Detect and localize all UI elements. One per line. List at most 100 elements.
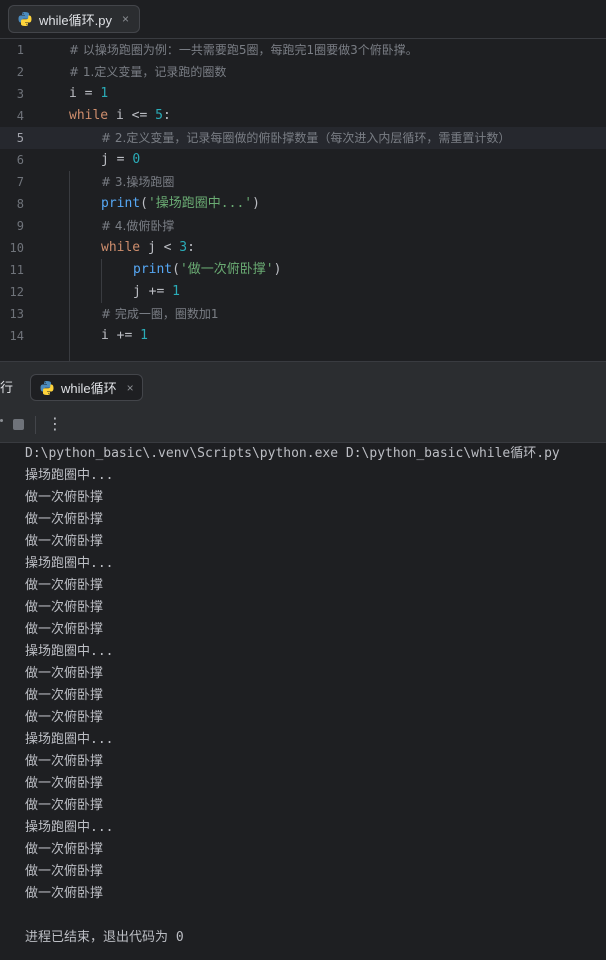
python-file-icon bbox=[40, 380, 54, 395]
console-line: 操场跑圈中... bbox=[25, 556, 114, 571]
console-line: 做一次俯卧撑 bbox=[25, 688, 104, 703]
console-line: 做一次俯卧撑 bbox=[25, 710, 104, 725]
code-line-5[interactable]: # 2.定义变量，记录每圈做的俯卧撑数量（每次进入内层循环，需重置计数） bbox=[101, 127, 510, 149]
line-number: 12 bbox=[9, 285, 24, 299]
code-line-9[interactable]: # 4.做俯卧撑 bbox=[101, 215, 174, 237]
code-line-2[interactable]: # 1.定义变量，记录跑的圈数 bbox=[69, 61, 226, 83]
line-number: 2 bbox=[16, 65, 24, 79]
expression: j < bbox=[140, 240, 180, 255]
console-line: 做一次俯卧撑 bbox=[25, 776, 104, 791]
expression: j += bbox=[133, 284, 173, 299]
run-tool-window-header: 行 while循环 × bbox=[0, 367, 606, 407]
close-icon[interactable]: × bbox=[127, 381, 134, 395]
line-number: 9 bbox=[16, 219, 24, 233]
code-line-1[interactable]: # 以操场跑圈为例：一共需要跑5圈，每跑完1圈要做3个俯卧撑。 bbox=[69, 39, 418, 61]
number: 1 bbox=[172, 284, 180, 299]
operator: = bbox=[108, 152, 133, 167]
console-line: 做一次俯卧撑 bbox=[25, 578, 104, 593]
line-number: 1 bbox=[16, 43, 24, 57]
console-line: 做一次俯卧撑 bbox=[25, 798, 104, 813]
run-panel-title: 行 bbox=[0, 381, 14, 396]
keyword: while bbox=[101, 240, 141, 255]
expression: i += bbox=[101, 328, 141, 343]
code-line-4[interactable]: while i <= 5: bbox=[69, 105, 171, 127]
code-editor[interactable]: 1 2 3 4 5 6 7 8 9 10 11 12 13 14 # 以操场跑圈… bbox=[0, 39, 606, 361]
console-line: 做一次俯卧撑 bbox=[25, 534, 104, 549]
python-file-icon bbox=[18, 12, 32, 26]
punctuation: : bbox=[162, 108, 171, 123]
console-exit-message: 进程已结束，退出代码为 0 bbox=[25, 930, 184, 945]
number: 5 bbox=[155, 108, 163, 123]
variable: j bbox=[101, 152, 109, 167]
punctuation: ) bbox=[273, 262, 282, 277]
code-line-7[interactable]: # 3.操场跑圈 bbox=[101, 171, 174, 193]
line-number: 13 bbox=[9, 307, 24, 321]
comment: # 4.做俯卧撑 bbox=[101, 219, 175, 233]
code-line-14[interactable]: i += 1 bbox=[101, 325, 148, 347]
line-number: 11 bbox=[9, 263, 24, 277]
code-line-3[interactable]: i = 1 bbox=[69, 83, 108, 105]
code-line-13[interactable]: # 完成一圈，圈数加1 bbox=[101, 303, 219, 325]
close-icon[interactable]: × bbox=[122, 12, 129, 26]
indent-guide bbox=[69, 171, 70, 361]
line-number-gutter: 1 2 3 4 5 6 7 8 9 10 11 12 13 14 bbox=[0, 39, 52, 361]
console-line: 做一次俯卧撑 bbox=[25, 512, 104, 527]
editor-tab-label: while循环.py bbox=[39, 12, 112, 28]
code-line-11[interactable]: print('做一次俯卧撑') bbox=[133, 259, 281, 281]
comment: # 3.操场跑圈 bbox=[101, 175, 175, 189]
function-name: print bbox=[101, 196, 141, 211]
console-line: 做一次俯卧撑 bbox=[25, 886, 104, 901]
console-line: 操场跑圈中... bbox=[25, 732, 114, 747]
stop-icon[interactable] bbox=[13, 419, 24, 430]
expression: i <= bbox=[108, 108, 156, 123]
line-number: 4 bbox=[16, 109, 24, 123]
string: '做一次俯卧撑' bbox=[179, 262, 274, 277]
console-command-line: D:\python_basic\.venv\Scripts\python.exe… bbox=[25, 446, 560, 461]
number: 0 bbox=[132, 152, 141, 167]
comment: # 1.定义变量，记录跑的圈数 bbox=[69, 65, 227, 79]
run-tab-while[interactable]: while循环 × bbox=[30, 374, 143, 401]
variable: i bbox=[69, 86, 77, 101]
console-line: 做一次俯卧撑 bbox=[25, 666, 104, 681]
number: 1 bbox=[140, 328, 148, 343]
console-output[interactable]: D:\python_basic\.venv\Scripts\python.exe… bbox=[0, 443, 606, 960]
line-number: 7 bbox=[16, 175, 24, 189]
code-line-6[interactable]: j = 0 bbox=[101, 149, 140, 171]
punctuation: ) bbox=[252, 196, 260, 211]
code-line-12[interactable]: j += 1 bbox=[133, 281, 180, 303]
punctuation: ( bbox=[172, 262, 180, 277]
console-line: 做一次俯卧撑 bbox=[25, 622, 104, 637]
keyword: while bbox=[69, 108, 109, 123]
indent-guide bbox=[101, 259, 102, 303]
line-number: 14 bbox=[9, 329, 24, 343]
run-toolbar: ⋮ bbox=[0, 407, 606, 443]
number: 3 bbox=[179, 240, 188, 255]
punctuation: ( bbox=[140, 196, 148, 211]
more-options-icon[interactable]: ⋮ bbox=[47, 414, 63, 433]
console-line: 做一次俯卧撑 bbox=[25, 600, 104, 615]
rerun-icon[interactable] bbox=[0, 419, 3, 422]
run-tab-label: while循环 bbox=[61, 381, 117, 396]
line-number: 10 bbox=[9, 241, 24, 255]
function-name: print bbox=[133, 262, 173, 277]
line-number: 6 bbox=[16, 153, 24, 167]
comment: # 2.定义变量，记录每圈做的俯卧撑数量（每次进入内层循环，需重置计数） bbox=[101, 131, 511, 145]
editor-tab-bar: while循环.py × bbox=[0, 0, 606, 39]
console-line: 做一次俯卧撑 bbox=[25, 754, 104, 769]
code-line-8[interactable]: print('操场跑圈中...') bbox=[101, 193, 260, 215]
line-number: 3 bbox=[16, 87, 24, 101]
line-number: 8 bbox=[16, 197, 24, 211]
comment: # 以操场跑圈为例：一共需要跑5圈，每跑完1圈要做3个俯卧撑。 bbox=[69, 43, 418, 57]
string: '操场跑圈中...' bbox=[147, 196, 253, 211]
console-line: 操场跑圈中... bbox=[25, 468, 114, 483]
console-line: 做一次俯卧撑 bbox=[25, 842, 104, 857]
console-line: 做一次俯卧撑 bbox=[25, 490, 104, 505]
operator: = bbox=[76, 86, 101, 101]
line-number-current: 5 bbox=[16, 131, 24, 145]
comment: # 完成一圈，圈数加1 bbox=[101, 307, 219, 321]
console-line: 操场跑圈中... bbox=[25, 644, 114, 659]
number: 1 bbox=[100, 86, 109, 101]
punctuation: : bbox=[187, 240, 195, 255]
editor-tab-while-py[interactable]: while循环.py × bbox=[8, 5, 140, 33]
code-line-10[interactable]: while j < 3: bbox=[101, 237, 195, 259]
